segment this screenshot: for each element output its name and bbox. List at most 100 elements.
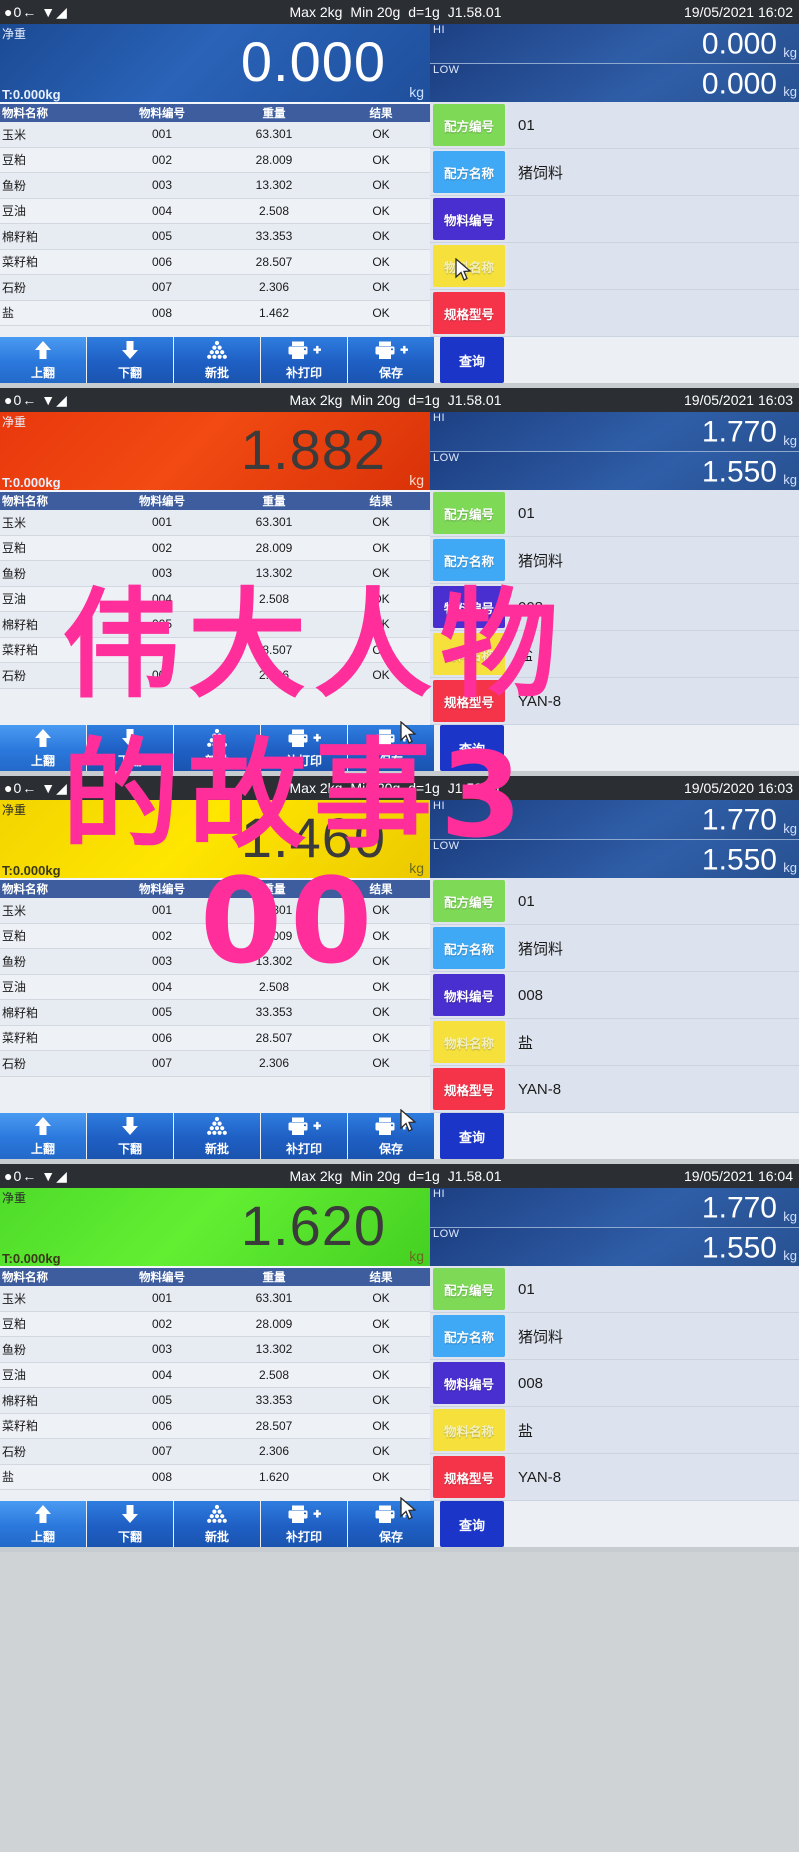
sidebar-value-recipe-code[interactable]: 01 xyxy=(508,1266,799,1312)
save-button[interactable]: 保存 xyxy=(348,725,434,771)
table-row[interactable]: 豆粕 002 28.009 OK xyxy=(0,535,430,561)
sidebar-key-spec-model[interactable]: 规格型号 xyxy=(433,292,505,334)
table-row[interactable]: 豆油 004 2.508 OK xyxy=(0,974,430,1000)
table-row[interactable]: 玉米 001 63.301 OK xyxy=(0,898,430,924)
table-row[interactable]: 棉籽粕 005 33.353 OK xyxy=(0,1000,430,1026)
table-row[interactable]: 棉籽粕 005 33.353 OK xyxy=(0,224,430,250)
sidebar-value-recipe-name[interactable]: 猪饲料 xyxy=(508,149,799,195)
sidebar-value-spec-model[interactable]: YAN-8 xyxy=(508,678,799,724)
table-row[interactable]: 豆粕 002 28.009 OK xyxy=(0,147,430,173)
cell-material-code: 004 xyxy=(151,1367,173,1382)
reprint-button[interactable]: 补打印 xyxy=(261,1501,347,1547)
reprint-button[interactable]: 补打印 xyxy=(261,1113,347,1159)
table-row[interactable]: 豆油 004 2.508 OK xyxy=(0,198,430,224)
table-row[interactable]: 菜籽粕 006 28.507 OK xyxy=(0,1025,430,1051)
table-row[interactable]: 棉籽粕 005 33.353 OK xyxy=(0,1388,430,1414)
table-row[interactable]: 鱼粉 003 13.302 OK xyxy=(0,561,430,587)
page-up-button[interactable]: 上翻 xyxy=(0,1501,86,1547)
sidebar-value-recipe-code[interactable]: 01 xyxy=(508,878,799,924)
sidebar-key-recipe-name[interactable]: 配方名称 xyxy=(433,927,505,969)
cell-material-code: 006 xyxy=(151,1418,173,1433)
page-up-button[interactable]: 上翻 xyxy=(0,725,86,771)
save-button[interactable]: 保存 xyxy=(348,1113,434,1159)
hi-limit-unit: kg xyxy=(783,432,797,448)
sidebar-value-material-name[interactable]: 盐 xyxy=(508,631,799,677)
query-button[interactable]: 查询 xyxy=(440,337,504,383)
sidebar-key-recipe-name[interactable]: 配方名称 xyxy=(433,151,505,193)
table-row[interactable]: 玉米 001 63.301 OK xyxy=(0,1286,430,1312)
table-row[interactable]: 盐 008 1.462 OK xyxy=(0,300,430,326)
table-row[interactable]: 鱼粉 003 13.302 OK xyxy=(0,1337,430,1363)
sidebar-value-spec-model[interactable] xyxy=(508,290,799,336)
sidebar-value-material-name[interactable]: 盐 xyxy=(508,1019,799,1065)
reprint-button[interactable]: 补打印 xyxy=(261,725,347,771)
table-row[interactable]: 豆油 004 2.508 OK xyxy=(0,586,430,612)
table-row[interactable]: 豆粕 002 28.009 OK xyxy=(0,1311,430,1337)
sidebar-key-recipe-name[interactable]: 配方名称 xyxy=(433,539,505,581)
sidebar-key-material-code[interactable]: 物料编号 xyxy=(433,586,505,628)
table-row[interactable]: 玉米 001 63.301 OK xyxy=(0,122,430,148)
page-down-button[interactable]: 下翻 xyxy=(87,1113,173,1159)
sidebar-value-material-name[interactable]: 盐 xyxy=(508,1407,799,1453)
table-row[interactable]: 菜籽粕 006 28.507 OK xyxy=(0,249,430,275)
sidebar-value-material-code[interactable]: 008 xyxy=(508,584,799,630)
table-row[interactable]: 棉籽粕 005 33.353 OK xyxy=(0,612,430,638)
page-down-button[interactable]: 下翻 xyxy=(87,337,173,383)
new-batch-button[interactable]: 新批 xyxy=(174,1113,260,1159)
table-row[interactable]: 石粉 007 2.306 OK xyxy=(0,275,430,301)
sidebar-key-material-name[interactable]: 物料名称 xyxy=(433,1409,505,1451)
sidebar-value-recipe-name[interactable]: 猪饲料 xyxy=(508,925,799,971)
sidebar-key-material-code[interactable]: 物料编号 xyxy=(433,1362,505,1404)
sidebar-key-material-code[interactable]: 物料编号 xyxy=(433,974,505,1016)
table-row[interactable]: 石粉 007 2.306 OK xyxy=(0,1439,430,1465)
table-row[interactable]: 玉米 001 63.301 OK xyxy=(0,510,430,536)
cell-material-name: 菜籽粕 xyxy=(2,255,39,270)
limit-display-group: HI 1.770 kg LOW 1.550 kg xyxy=(430,800,799,878)
page-down-button[interactable]: 下翻 xyxy=(87,725,173,771)
table-row[interactable]: 石粉 007 2.306 OK xyxy=(0,663,430,689)
sidebar-value-recipe-code[interactable]: 01 xyxy=(508,490,799,536)
sidebar-key-material-name[interactable]: 物料名称 xyxy=(433,633,505,675)
printer-save-icon xyxy=(374,340,409,363)
sidebar-key-material-name[interactable]: 物料名称 xyxy=(433,245,505,287)
sidebar-value-material-code[interactable] xyxy=(508,196,799,242)
sidebar-value-spec-model[interactable]: YAN-8 xyxy=(508,1066,799,1112)
new-batch-button[interactable]: 新批 xyxy=(174,337,260,383)
sidebar-value-material-code[interactable]: 008 xyxy=(508,1360,799,1406)
table-row[interactable]: 鱼粉 003 13.302 OK xyxy=(0,949,430,975)
query-button[interactable]: 查询 xyxy=(440,1113,504,1159)
new-batch-button[interactable]: 新批 xyxy=(174,1501,260,1547)
table-row[interactable]: 菜籽粕 006 28.507 OK xyxy=(0,1413,430,1439)
sidebar-key-material-code[interactable]: 物料编号 xyxy=(433,198,505,240)
sidebar-key-recipe-name[interactable]: 配方名称 xyxy=(433,1315,505,1357)
sidebar-value-material-code[interactable]: 008 xyxy=(508,972,799,1018)
table-row[interactable]: 豆粕 002 28.009 OK xyxy=(0,923,430,949)
new-batch-button[interactable]: 新批 xyxy=(174,725,260,771)
sidebar-value-material-name[interactable] xyxy=(508,243,799,289)
sidebar-value-recipe-name[interactable]: 猪饲料 xyxy=(508,537,799,583)
sidebar-key-recipe-code[interactable]: 配方编号 xyxy=(433,880,505,922)
page-down-button[interactable]: 下翻 xyxy=(87,1501,173,1547)
table-row[interactable]: 豆油 004 2.508 OK xyxy=(0,1362,430,1388)
query-button[interactable]: 查询 xyxy=(440,1501,504,1547)
sidebar-value-recipe-code[interactable]: 01 xyxy=(508,102,799,148)
sidebar-key-spec-model[interactable]: 规格型号 xyxy=(433,1068,505,1110)
sidebar-key-spec-model[interactable]: 规格型号 xyxy=(433,1456,505,1498)
page-up-button[interactable]: 上翻 xyxy=(0,337,86,383)
sidebar-key-recipe-code[interactable]: 配方编号 xyxy=(433,1268,505,1310)
table-row[interactable]: 鱼粉 003 13.302 OK xyxy=(0,173,430,199)
sidebar-key-spec-model[interactable]: 规格型号 xyxy=(433,680,505,722)
save-button[interactable]: 保存 xyxy=(348,1501,434,1547)
sidebar-value-spec-model[interactable]: YAN-8 xyxy=(508,1454,799,1500)
sidebar-key-recipe-code[interactable]: 配方编号 xyxy=(433,492,505,534)
reprint-button[interactable]: 补打印 xyxy=(261,337,347,383)
table-row[interactable]: 石粉 007 2.306 OK xyxy=(0,1051,430,1077)
save-button[interactable]: 保存 xyxy=(348,337,434,383)
table-row[interactable]: 盐 008 1.620 OK xyxy=(0,1464,430,1490)
page-up-button[interactable]: 上翻 xyxy=(0,1113,86,1159)
sidebar-key-recipe-code[interactable]: 配方编号 xyxy=(433,104,505,146)
table-row[interactable]: 菜籽粕 006 28.507 OK xyxy=(0,637,430,663)
query-button[interactable]: 查询 xyxy=(440,725,504,771)
sidebar-key-material-name[interactable]: 物料名称 xyxy=(433,1021,505,1063)
sidebar-value-recipe-name[interactable]: 猪饲料 xyxy=(508,1313,799,1359)
